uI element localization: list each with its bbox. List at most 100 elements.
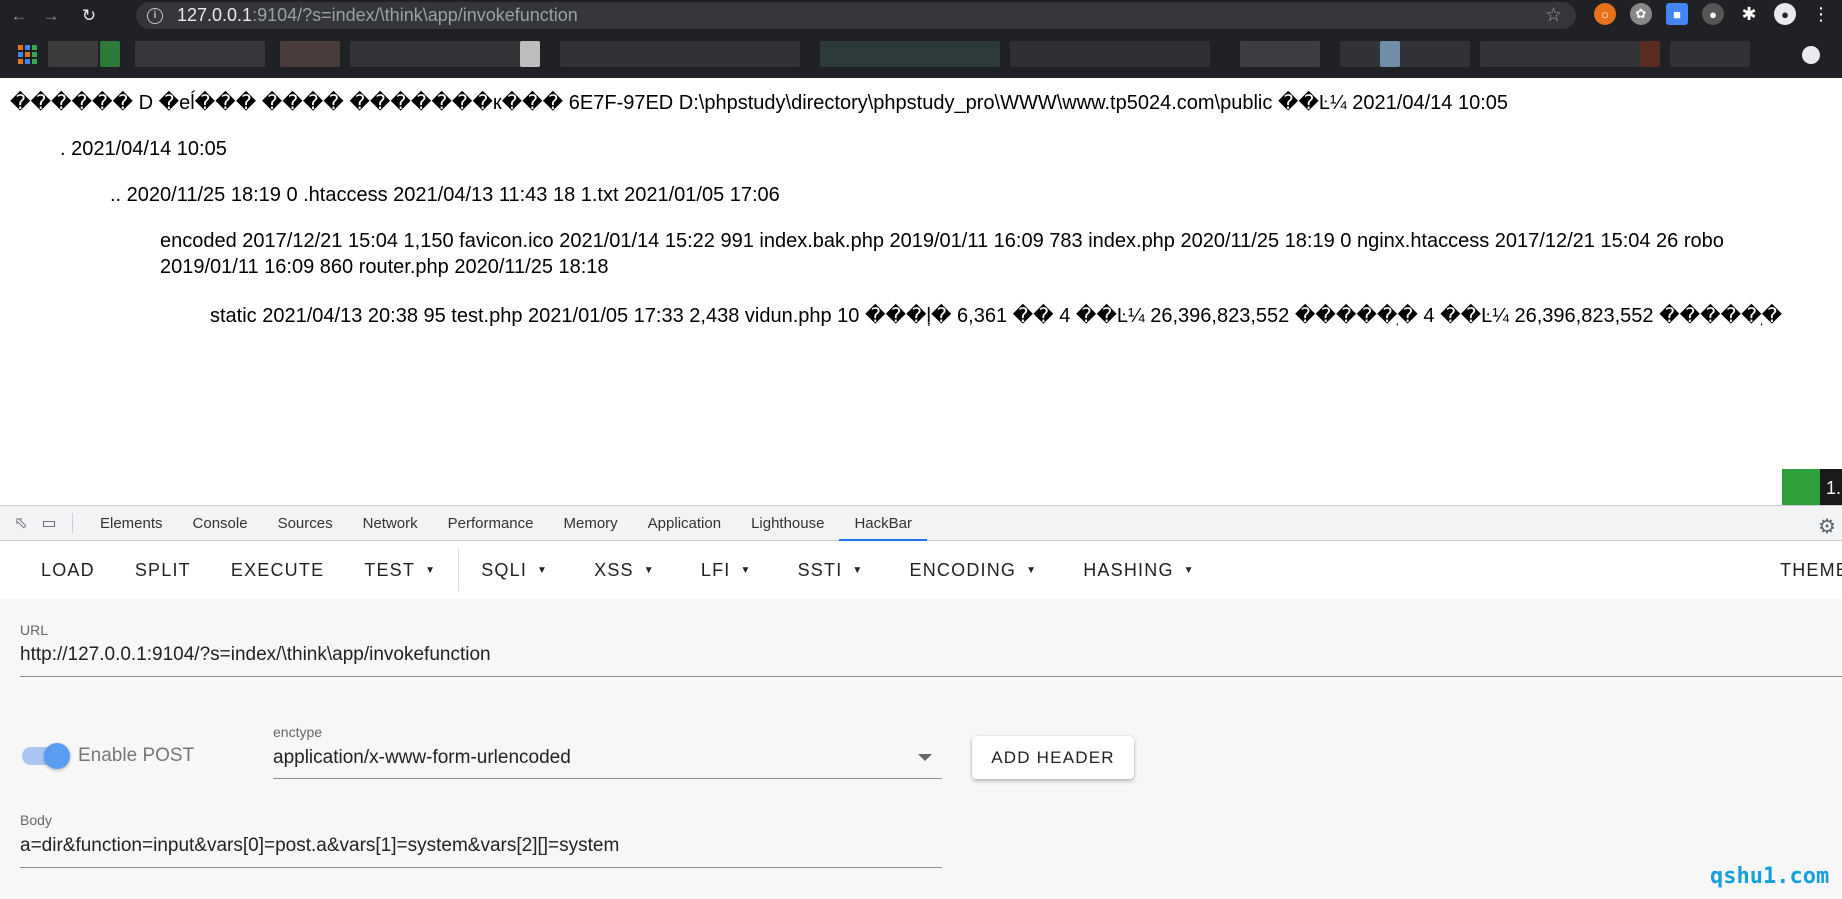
floating-badge[interactable]: 1. [1782, 469, 1842, 507]
tab-console[interactable]: Console [178, 506, 263, 541]
tab-sources[interactable]: Sources [263, 506, 348, 541]
hashing-label: HASHING [1083, 560, 1174, 580]
bookmark-item[interactable] [1010, 41, 1210, 67]
divider [72, 513, 73, 533]
caret-down-icon: ▼ [852, 565, 864, 577]
output-line: static 2021/04/13 20:38 95 test.php 2021… [210, 305, 1783, 327]
output-line: 2019/01/11 16:09 860 router.php 2020/11/… [160, 256, 609, 278]
globe-icon[interactable] [1802, 46, 1820, 64]
profile-icon[interactable]: ● [1774, 3, 1796, 25]
output-line: .. 2020/11/25 18:19 0 .htaccess 2021/04/… [110, 184, 780, 206]
sqli-menu-button[interactable]: SQLI ▼ [461, 548, 568, 592]
address-bar: ← → ↻ i 127.0.0.1:9104/?s=index/\think\a… [0, 0, 1842, 31]
bookmark-item[interactable] [1640, 41, 1660, 67]
enctype-select[interactable]: application/x-www-form-urlencoded [273, 747, 571, 769]
leaf-icon [1782, 469, 1820, 507]
hashing-menu-button[interactable]: HASHING ▼ [1057, 548, 1215, 592]
enctype-label: enctype [273, 724, 323, 740]
output-line: . 2021/04/14 10:05 [60, 138, 227, 160]
caret-down-icon: ▼ [1183, 565, 1195, 577]
lfi-label: LFI [700, 560, 731, 580]
xss-menu-button[interactable]: XSS ▼ [568, 548, 675, 592]
bookmark-item[interactable] [350, 41, 540, 67]
tab-lighthouse[interactable]: Lighthouse [736, 506, 839, 541]
output-line: encoded 2017/12/21 15:04 1,150 favicon.i… [160, 230, 1724, 252]
lfi-menu-button[interactable]: LFI ▼ [675, 548, 772, 592]
encoding-label: ENCODING [909, 560, 1017, 580]
url-input[interactable]: http://127.0.0.1:9104/?s=index/\think\ap… [20, 644, 491, 666]
hackbar-panel: URL http://127.0.0.1:9104/?s=index/\thin… [0, 599, 1842, 899]
tab-elements[interactable]: Elements [85, 506, 178, 541]
bookmark-item[interactable] [520, 41, 540, 67]
back-icon[interactable]: ← [6, 3, 32, 29]
tab-hackbar[interactable]: HackBar [839, 506, 927, 541]
bookmark-item[interactable] [280, 41, 340, 67]
output-line: ������ D �eĺ��� ���� �������к��� 6E7F-97… [10, 92, 1508, 114]
ssti-menu-button[interactable]: SSTI ▼ [772, 548, 884, 592]
extension-icon[interactable]: ○ [1594, 3, 1616, 25]
extension-icon[interactable]: ■ [1666, 3, 1688, 25]
split-button[interactable]: SPLIT [115, 548, 211, 592]
bookmark-item[interactable] [820, 41, 1000, 67]
bookmark-item[interactable] [135, 41, 265, 67]
bookmark-item[interactable] [1480, 41, 1640, 67]
enable-post-label: Enable POST [78, 745, 195, 766]
devtools-tabbar: ⬁ ▭ Elements Console Sources Network Per… [0, 505, 1842, 541]
body-input[interactable]: a=dir&function=input&vars[0]=post.a&vars… [20, 835, 619, 857]
bookmark-item[interactable] [100, 41, 120, 67]
bookmarks-bar [0, 31, 1842, 78]
enable-post-toggle[interactable] [22, 743, 70, 769]
caret-down-icon: ▼ [1026, 565, 1038, 577]
reload-icon[interactable]: ↻ [76, 3, 102, 29]
bookmark-item[interactable] [48, 41, 98, 67]
caret-down-icon: ▼ [643, 565, 655, 577]
tab-network[interactable]: Network [348, 506, 433, 541]
test-label: TEST [364, 560, 416, 580]
extensions: ○ ✿ ■ ● ✱ ● ⋮ [1594, 3, 1832, 25]
encoding-menu-button[interactable]: ENCODING ▼ [884, 548, 1058, 592]
info-icon[interactable]: i [147, 7, 163, 24]
browser-window: ← → ↻ i 127.0.0.1:9104/?s=index/\think\a… [0, 0, 1842, 899]
enctype-underline [273, 778, 942, 779]
caret-down-icon[interactable] [918, 754, 932, 761]
apps-icon[interactable] [18, 45, 37, 64]
extension-icon[interactable]: ● [1702, 3, 1724, 25]
caret-down-icon: ▼ [537, 565, 549, 577]
star-icon[interactable]: ☆ [1545, 4, 1562, 27]
page-content: ������ D �eĺ��� ���� �������к��� 6E7F-97… [0, 78, 1842, 507]
url-label: URL [20, 622, 49, 638]
bookmark-item[interactable] [1340, 41, 1470, 67]
test-menu-button[interactable]: TEST ▼ [344, 548, 456, 592]
extension-icon[interactable]: ✿ [1630, 3, 1652, 25]
gear-icon[interactable]: ⚙ [1818, 514, 1836, 539]
tab-performance[interactable]: Performance [433, 506, 549, 541]
bookmark-item[interactable] [1380, 41, 1400, 67]
url-path: :9104/?s=index/\think\app/invokefunction [252, 5, 578, 25]
load-button[interactable]: LOAD [21, 548, 115, 592]
bookmark-item[interactable] [1240, 41, 1320, 67]
tab-memory[interactable]: Memory [549, 506, 633, 541]
watermark: qshu1.com [1710, 864, 1830, 889]
device-toolbar-icon[interactable]: ▭ [38, 512, 60, 534]
theme-button[interactable]: THEME [1780, 548, 1842, 592]
puzzle-icon[interactable]: ✱ [1738, 3, 1760, 25]
caret-down-icon: ▼ [425, 565, 437, 577]
add-header-button[interactable]: ADD HEADER [972, 736, 1134, 779]
url-host: 127.0.0.1 [177, 5, 253, 25]
caret-down-icon: ▼ [740, 565, 752, 577]
badge-text: 1. [1826, 477, 1842, 498]
bookmark-item[interactable] [560, 41, 800, 67]
body-label: Body [20, 812, 52, 828]
forward-icon[interactable]: → [38, 3, 64, 29]
menu-icon[interactable]: ⋮ [1810, 3, 1832, 25]
hackbar-toolbar: LOAD SPLIT EXECUTE TEST ▼ SQLI ▼ XSS ▼ LFI ▼… [0, 541, 1842, 599]
omnibox[interactable]: i 127.0.0.1:9104/?s=index/\think\app/inv… [136, 2, 1576, 29]
url-text[interactable]: 127.0.0.1:9104/?s=index/\think\app/invok… [177, 5, 578, 26]
body-underline [20, 867, 942, 868]
xss-label: XSS [594, 560, 634, 580]
execute-button[interactable]: EXECUTE [211, 548, 344, 592]
bookmark-item[interactable] [1670, 41, 1750, 67]
url-underline [20, 676, 1842, 677]
tab-application[interactable]: Application [633, 506, 736, 541]
inspect-icon[interactable]: ⬁ [10, 512, 32, 534]
